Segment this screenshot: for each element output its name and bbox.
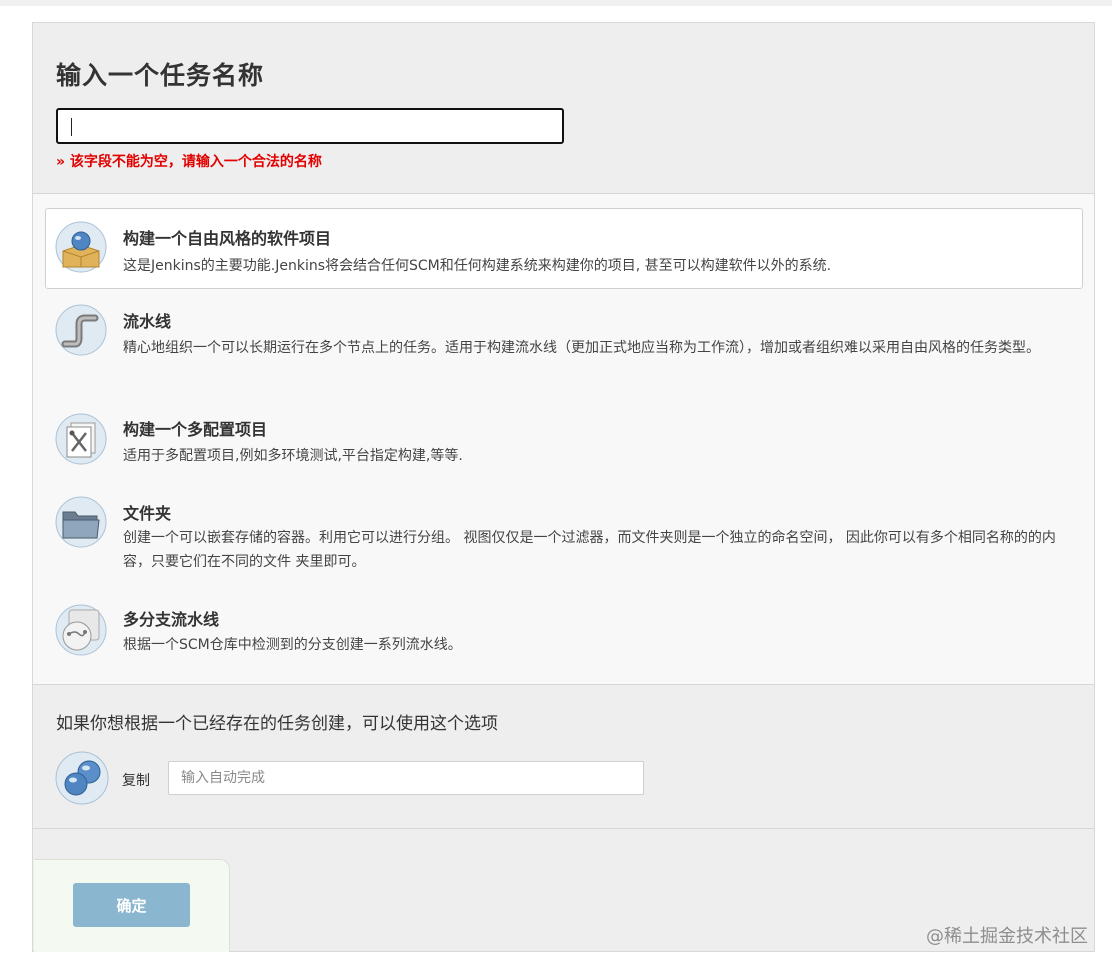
text-caret	[71, 118, 72, 136]
item-name-input[interactable]	[56, 108, 564, 144]
new-item-panel: 输入一个任务名称 » 该字段不能为空，请输入一个合法的名称 构建一个自由风格的软…	[32, 22, 1095, 952]
type-title: 多分支流水线	[123, 610, 220, 629]
pipeline-icon	[55, 304, 107, 356]
multibranch-pipeline-icon	[55, 604, 107, 656]
type-description: 这是Jenkins的主要功能.Jenkins将会结合任何SCM和任何构建系统来构…	[123, 258, 832, 274]
copy-label: 复制	[122, 773, 150, 789]
type-title: 构建一个多配置项目	[123, 420, 268, 439]
copy-heading: 如果你想根据一个已经存在的任务创建，可以使用这个选项	[56, 714, 498, 734]
type-title: 文件夹	[123, 504, 172, 523]
watermark: @稀土掘金技术社区	[926, 926, 1088, 947]
folder-icon	[55, 496, 107, 548]
item-name-section: 输入一个任务名称 » 该字段不能为空，请输入一个合法的名称	[33, 23, 1094, 193]
ok-button[interactable]: 确定	[73, 883, 190, 927]
section-divider	[33, 828, 1094, 829]
type-description: 精心地组织一个可以长期运行在多个节点上的任务。适用于构建流水线（更加正式地应当称…	[123, 340, 1040, 356]
type-freestyle-project[interactable]: 构建一个自由风格的软件项目 这是Jenkins的主要功能.Jenkins将会结合…	[45, 208, 1083, 289]
type-multi-config-project[interactable]: 构建一个多配置项目 适用于多配置项目,例如多环境测试,平台指定构建,等等.	[45, 406, 1083, 484]
copy-from-input[interactable]	[168, 761, 644, 795]
multi-config-project-icon	[55, 413, 107, 465]
type-description: 根据一个SCM仓库中检测到的分支创建一系列流水线。	[123, 637, 462, 653]
validation-error: » 该字段不能为空，请输入一个合法的名称	[56, 154, 322, 170]
page-title: 输入一个任务名称	[56, 61, 265, 90]
item-type-list: 构建一个自由风格的软件项目 这是Jenkins的主要功能.Jenkins将会结合…	[33, 194, 1094, 684]
type-title: 流水线	[123, 312, 172, 331]
type-title: 构建一个自由风格的软件项目	[123, 229, 332, 248]
type-pipeline[interactable]: 流水线 精心地组织一个可以长期运行在多个节点上的任务。适用于构建流水线（更加正式…	[45, 299, 1083, 395]
copy-job-icon	[55, 751, 109, 805]
type-multibranch-pipeline[interactable]: 多分支流水线 根据一个SCM仓库中检测到的分支创建一系列流水线。	[45, 597, 1083, 679]
type-folder[interactable]: 文件夹 创建一个可以嵌套存储的容器。利用它可以进行分组。 视图仅仅是一个过滤器，…	[45, 491, 1083, 587]
type-description: 适用于多配置项目,例如多环境测试,平台指定构建,等等.	[123, 448, 463, 464]
top-bar	[0, 0, 1112, 6]
type-description: 创建一个可以嵌套存储的容器。利用它可以进行分组。 视图仅仅是一个过滤器，而文件夹…	[123, 530, 1056, 570]
freestyle-project-icon	[55, 221, 107, 273]
copy-from-section: 如果你想根据一个已经存在的任务创建，可以使用这个选项 复制	[33, 685, 1094, 828]
